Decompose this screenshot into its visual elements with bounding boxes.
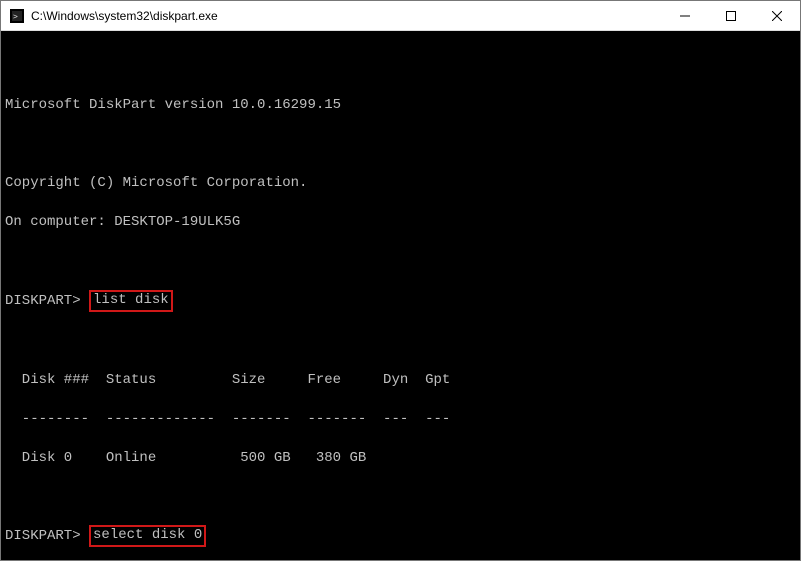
app-window: > C:\Windows\system32\diskpart.exe Micro… <box>0 0 801 561</box>
window-controls <box>662 1 800 30</box>
minimize-button[interactable] <box>662 1 708 30</box>
table-row: Disk 0 Online 500 GB 380 GB <box>5 449 796 469</box>
titlebar[interactable]: > C:\Windows\system32\diskpart.exe <box>1 1 800 31</box>
copyright-line: Copyright (C) Microsoft Corporation. <box>5 174 796 194</box>
prompt-line: DISKPART> select disk 0 <box>5 527 796 547</box>
version-line: Microsoft DiskPart version 10.0.16299.15 <box>5 96 796 116</box>
cmd-highlight: list disk <box>89 290 173 312</box>
svg-text:>: > <box>13 12 18 21</box>
prompt-line: DISKPART> list disk <box>5 292 796 312</box>
close-button[interactable] <box>754 1 800 30</box>
computer-line: On computer: DESKTOP-19ULK5G <box>5 213 796 233</box>
cmd-highlight: select disk 0 <box>89 525 206 547</box>
terminal-output[interactable]: Microsoft DiskPart version 10.0.16299.15… <box>1 31 800 560</box>
maximize-button[interactable] <box>708 1 754 30</box>
table-header: Disk ### Status Size Free Dyn Gpt <box>5 371 796 391</box>
window-title: C:\Windows\system32\diskpart.exe <box>31 9 662 23</box>
app-icon: > <box>9 8 25 24</box>
table-divider: -------- ------------- ------- ------- -… <box>5 410 796 430</box>
